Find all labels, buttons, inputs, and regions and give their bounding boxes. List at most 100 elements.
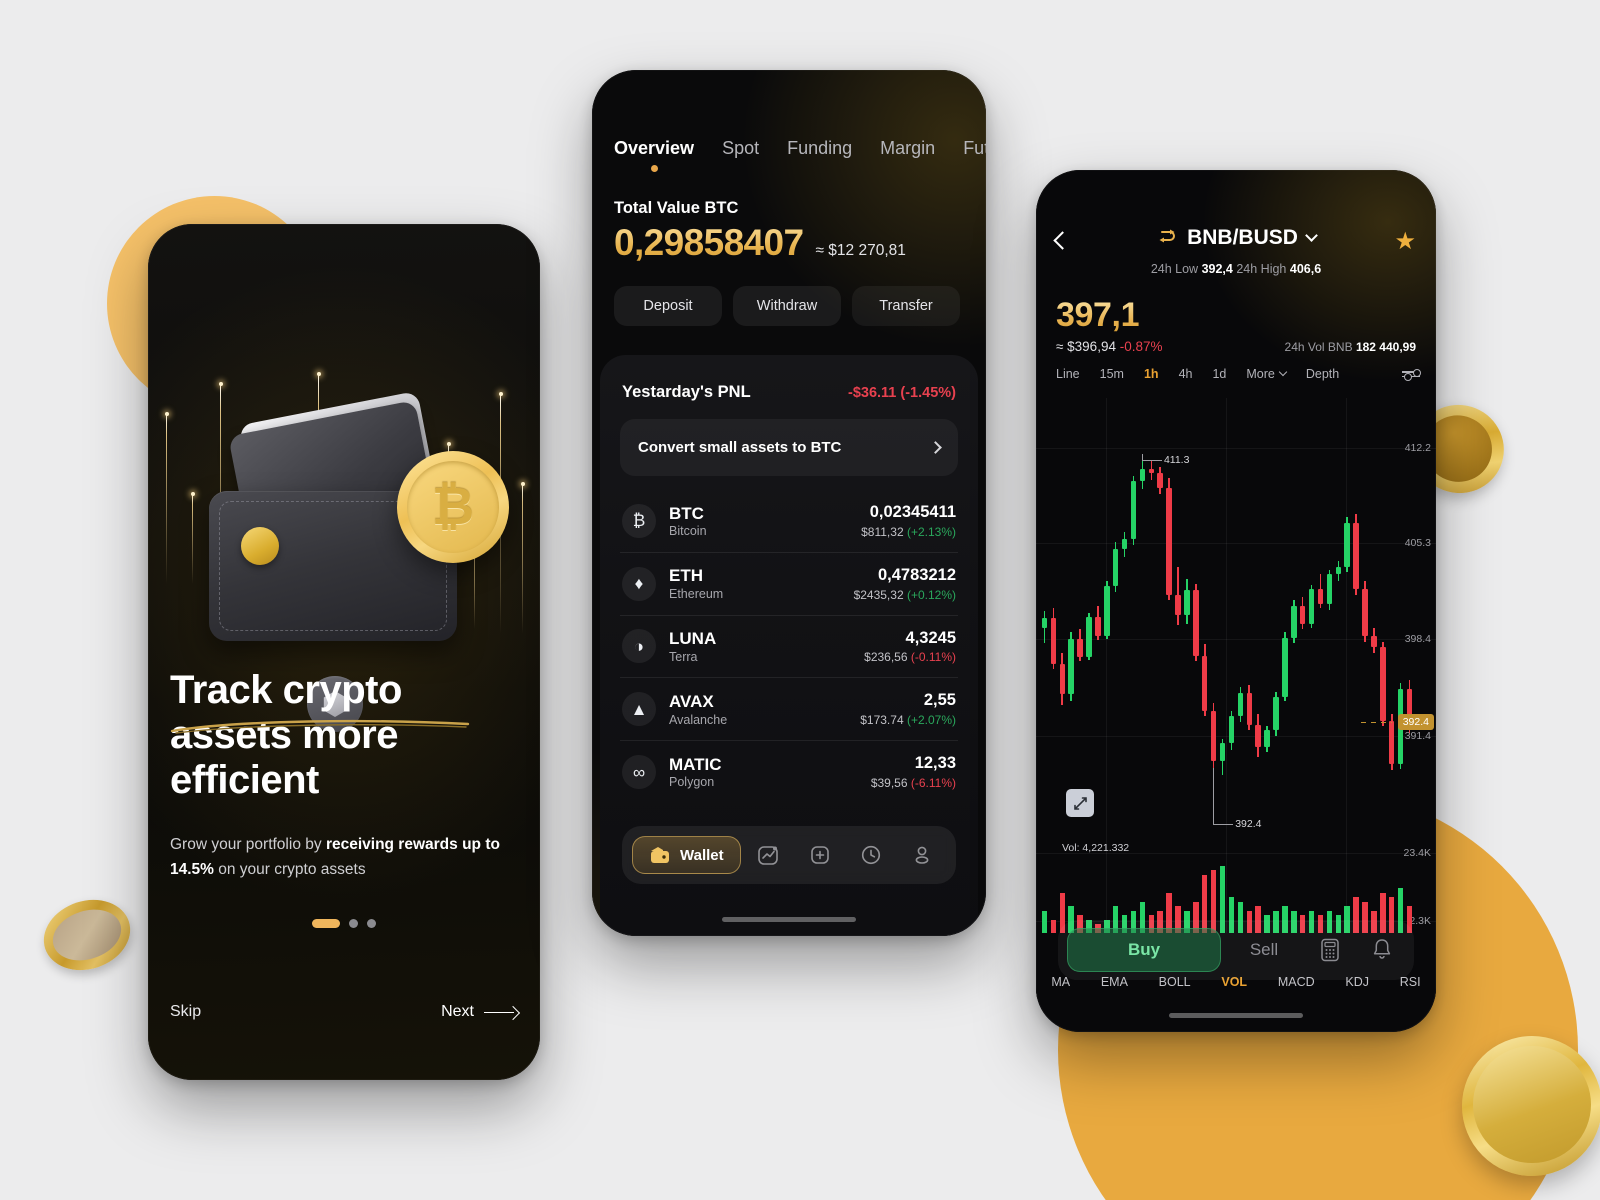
pair-selector[interactable]: BNB/BUSD [1036, 226, 1436, 250]
sell-button[interactable]: Sell [1227, 940, 1301, 960]
nav-item-history[interactable] [847, 843, 894, 867]
price-fiat-change: ≈ $396,94 -0.87% [1056, 338, 1163, 354]
timeframe-line[interactable]: Line [1056, 367, 1080, 381]
bottom-nav-bar[interactable]: Wallet [622, 826, 956, 884]
page-indicator-dots[interactable] [148, 919, 540, 928]
decorative-coin-bottom-right [1462, 1036, 1600, 1176]
tab-futur[interactable]: Futur [963, 138, 986, 159]
candlestick [1371, 627, 1377, 653]
timeframe-1d[interactable]: 1d [1212, 367, 1226, 381]
small-coin-icon [241, 527, 279, 565]
volume-24h: 24h Vol BNB 182 440,99 [1284, 339, 1416, 354]
buy-button[interactable]: Buy [1067, 928, 1221, 972]
candlestick [1175, 566, 1181, 626]
candlestick [1130, 475, 1137, 545]
chart-settings-icon[interactable] [1402, 368, 1421, 381]
candlestick [1273, 691, 1279, 736]
nav-item-wallet[interactable]: Wallet [632, 836, 741, 874]
candlestick [1308, 584, 1315, 628]
candlestick [1317, 573, 1324, 609]
timeframe-4h[interactable]: 4h [1179, 367, 1193, 381]
alert-button[interactable] [1359, 937, 1405, 963]
pair-label: BNB/BUSD [1187, 226, 1298, 249]
timeframe-15m[interactable]: 15m [1100, 367, 1124, 381]
total-value-amount: 0,29858407 [614, 222, 804, 263]
favorite-star-icon[interactable]: ★ [1394, 230, 1416, 254]
more-dropdown[interactable]: More [1246, 367, 1288, 381]
asset-row[interactable]: ∞ MATIC Polygon 12,33 $39,56 (-6.11%) [620, 740, 958, 803]
timeframe-1h[interactable]: 1h [1144, 367, 1159, 381]
decorative-coin-bottom-left [34, 889, 140, 981]
deposit-button[interactable]: Deposit [614, 286, 722, 326]
trade-action-bar[interactable]: Buy Sell [1058, 920, 1414, 980]
candlestick [1104, 580, 1110, 639]
home-indicator [722, 917, 856, 922]
candlestick [1335, 561, 1342, 581]
eth-icon: ♦ [622, 566, 656, 601]
depth-button[interactable]: Depth [1306, 367, 1339, 381]
chevron-right-icon [929, 441, 942, 454]
chart-square-icon [758, 846, 779, 865]
tab-overview[interactable]: Overview [614, 138, 694, 172]
nav-item-add[interactable] [796, 843, 843, 867]
asset-name: Avalanche [669, 712, 728, 727]
tab-margin[interactable]: Margin [880, 138, 935, 159]
more-label: More [1246, 367, 1275, 381]
asset-amount: 0,4783212 [878, 565, 956, 584]
asset-fiat: $236,56 (-0.11%) [864, 650, 956, 665]
onboarding-subtitle: Grow your portfolio by receiving rewards… [170, 836, 500, 879]
wallet-tab-bar[interactable]: Overview Spot Funding Margin Futur [614, 138, 986, 172]
user-icon [915, 846, 929, 864]
candlestick [1068, 632, 1074, 702]
asset-row[interactable]: ♦ ETH Ethereum 0,4783212 $2435,32 (+0.12%) [620, 551, 958, 615]
candlestick-chart[interactable]: 412.2 405.3 398.4 391.4 23.4K 2.3K 411.3 392.4 3… [1036, 398, 1436, 958]
candlestick [1095, 605, 1101, 641]
high-low-row: 24h Low 392,4 24h High 406,6 [1150, 262, 1322, 276]
asset-row[interactable]: ◑ LUNA Terra 4,3245 $236,56 (-0.11%) [620, 614, 958, 678]
next-button[interactable]: Next [441, 1003, 518, 1021]
y-axis-tick: 398.4 [1404, 632, 1431, 645]
nav-item-profile[interactable] [899, 843, 946, 867]
pnl-label: Yestarday's PNL [622, 383, 751, 401]
calculator-button[interactable] [1307, 937, 1353, 963]
page-dot-2[interactable] [349, 919, 358, 928]
asset-fiat: $2435,32 (+0.12%) [853, 587, 956, 602]
candlestick [1077, 629, 1083, 662]
page-dot-1[interactable] [312, 919, 340, 928]
transfer-button[interactable]: Transfer [852, 286, 960, 326]
grid-line-horizontal [1036, 447, 1436, 449]
volume-legend: Vol: 4,221.332 [1062, 842, 1130, 854]
page-dot-3[interactable] [367, 919, 376, 928]
asset-row[interactable]: ₿ BTC Bitcoin 0,02345411 $811,32 (+2.13%) [620, 490, 958, 552]
chevron-down-icon [1305, 229, 1318, 242]
asset-fiat: $39,56 (-6.11%) [870, 775, 956, 790]
page-title: Track crypto assets more efficient [170, 668, 402, 802]
convert-small-assets-button[interactable]: Convert small assets to BTC [620, 419, 958, 476]
wallet-action-buttons[interactable]: Deposit Withdraw Transfer [614, 286, 960, 326]
expand-chart-button[interactable] [1066, 789, 1094, 817]
nav-item-chart[interactable] [745, 843, 792, 867]
candlestick [1219, 738, 1226, 775]
asset-amount: 4,3245 [905, 628, 956, 647]
wallet-panel: Yestarday's PNL -$36.11 (-1.45%) Convert… [600, 355, 978, 936]
avax-icon: ▲ [622, 692, 656, 727]
plus-square-icon [810, 846, 829, 864]
nav-wallet-label: Wallet [680, 846, 724, 864]
grid-line-horizontal [1036, 543, 1436, 545]
tab-spot[interactable]: Spot [722, 138, 759, 159]
timeframe-bar[interactable]: Line 15m 1h 4h 1d More Depth [1056, 367, 1421, 381]
pnl-value: -$36.11 (-1.45%) [847, 384, 956, 401]
skip-button[interactable]: Skip [170, 1003, 201, 1021]
asset-fiat: $811,32 (+2.13%) [861, 524, 956, 539]
wallet-icon [651, 847, 669, 863]
withdraw-button[interactable]: Withdraw [733, 286, 841, 326]
candlestick [1380, 641, 1386, 727]
candlestick [1121, 532, 1128, 558]
tab-funding[interactable]: Funding [787, 138, 852, 159]
calculator-icon [1321, 938, 1339, 962]
asset-symbol: BTC [669, 503, 704, 523]
asset-symbol: ETH [669, 566, 703, 586]
asset-row[interactable]: ▲ AVAX Avalanche 2,55 $173.74 (+2.07%) [620, 677, 958, 740]
current-price-badge: 392.4 [1397, 714, 1434, 730]
candlestick [1299, 597, 1306, 630]
